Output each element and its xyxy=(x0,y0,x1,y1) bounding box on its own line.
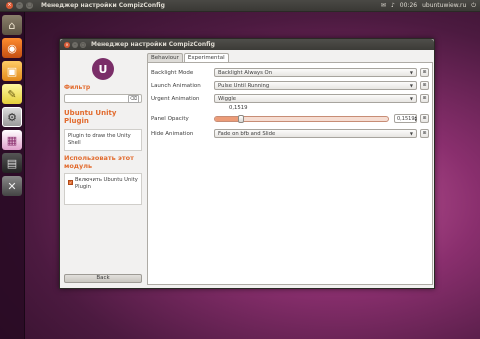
launcher-notes-icon[interactable]: ✎ xyxy=(2,84,22,104)
panel-opacity-label: Panel Opacity xyxy=(151,115,189,122)
unity-launcher: ⌂ ◉ ▣ ✎ ⚙ ▦ ▤ ✕ xyxy=(0,12,25,339)
enable-plugin-checkbox[interactable]: ✓ xyxy=(68,180,73,185)
reset-hide-animation-button[interactable]: ⊞ xyxy=(420,129,429,138)
tab-behaviour[interactable]: Behaviour xyxy=(147,53,183,62)
sidebar: U Фильтр ⌫ Ubuntu Unity Plugin Plugin to… xyxy=(60,50,146,288)
filter-input[interactable]: ⌫ xyxy=(64,94,142,103)
reset-launch-animation-button[interactable]: ⊞ xyxy=(420,81,429,90)
clear-filter-icon[interactable]: ⌫ xyxy=(127,94,139,103)
minimize-icon[interactable]: – xyxy=(16,2,23,9)
top-panel: × – □ Менеджер настройки CompizConfig ✉ … xyxy=(0,0,480,12)
panel-opacity-row: Panel Opacity 0,1519 ▲ ▼ ⊞ xyxy=(150,112,429,125)
launcher-home-folder-icon[interactable]: ⌂ xyxy=(2,15,22,35)
window-minimize-icon[interactable]: – xyxy=(72,41,78,48)
launch-animation-value: Pulse Until Running xyxy=(218,82,270,89)
window-title: Менеджер настройки CompizConfig xyxy=(91,41,215,48)
reset-backlight-mode-button[interactable]: ⊞ xyxy=(420,68,429,77)
filter-label: Фильтр xyxy=(64,84,91,91)
launch-animation-label: Launch Animation xyxy=(151,82,201,89)
volume-icon[interactable]: ♪ xyxy=(391,2,395,9)
launcher-virtualbox-icon[interactable]: ▣ xyxy=(2,61,22,81)
plugin-title: Ubuntu Unity Plugin xyxy=(64,109,117,125)
plugin-description: Plugin to draw the Unity Shell xyxy=(64,129,142,151)
backlight-mode-label: Backlight Mode xyxy=(151,69,194,76)
mail-icon[interactable]: ✉ xyxy=(381,2,386,9)
tab-experimental[interactable]: Experimental xyxy=(183,53,229,62)
urgent-animation-value: Wiggle xyxy=(218,95,237,102)
launcher-ccsm-icon[interactable]: ⚙ xyxy=(2,107,22,127)
spin-arrows-icon[interactable]: ▲ ▼ xyxy=(415,115,417,122)
hide-animation-label: Hide Animation xyxy=(151,130,194,137)
setting-panel-opacity: 0,1519 Panel Opacity 0,1519 ▲ ▼ ⊞ xyxy=(150,105,430,127)
hide-animation-dropdown[interactable]: Fade on bfb and Slide ▼ xyxy=(214,129,417,138)
window-titlebar[interactable]: × – □ Менеджер настройки CompizConfig xyxy=(60,39,434,50)
window-close-icon[interactable]: × xyxy=(64,41,70,48)
setting-backlight-mode: Backlight Mode Backlight Always On ▼ ⊞ xyxy=(150,66,430,79)
launcher-image-viewer-icon[interactable]: ▦ xyxy=(2,130,22,150)
system-tray: ✉ ♪ 00:26 ubuntuwiew.ru ⏻ xyxy=(381,2,480,10)
launcher-settings-icon[interactable]: ✕ xyxy=(2,176,22,196)
window-maximize-icon[interactable]: □ xyxy=(80,41,86,48)
launcher-terminal-icon[interactable]: ▤ xyxy=(2,153,22,173)
panel-window-title: Менеджер настройки CompizConfig xyxy=(41,2,165,9)
panel-opacity-slider-handle[interactable] xyxy=(238,114,245,123)
chevron-down-icon: ▼ xyxy=(409,131,413,136)
settings-panel: Behaviour Experimental Backlight Mode Ba… xyxy=(147,53,433,285)
unity-logo-icon: U xyxy=(92,58,114,80)
hide-animation-value: Fade on bfb and Slide xyxy=(218,130,276,137)
user-menu[interactable]: ubuntuwiew.ru xyxy=(422,2,466,9)
launcher-firefox-icon[interactable]: ◉ xyxy=(2,38,22,58)
clock[interactable]: 00:26 xyxy=(400,2,417,9)
panel-opacity-spinbox[interactable]: 0,1519 ▲ ▼ xyxy=(394,114,417,123)
maximize-icon[interactable]: □ xyxy=(26,2,33,9)
urgent-animation-dropdown[interactable]: Wiggle ▼ xyxy=(214,94,417,103)
backlight-mode-dropdown[interactable]: Backlight Always On ▼ xyxy=(214,68,417,77)
urgent-animation-label: Urgent Animation xyxy=(151,95,200,102)
close-icon[interactable]: × xyxy=(6,2,13,9)
chevron-down-icon: ▼ xyxy=(409,96,413,101)
enable-plugin-checkbox-row[interactable]: ✓ Включить Ubuntu Unity Plugin xyxy=(68,177,138,190)
backlight-mode-value: Backlight Always On xyxy=(218,69,273,76)
enable-plugin-label[interactable]: Включить Ubuntu Unity Plugin xyxy=(75,177,138,190)
setting-urgent-animation: Urgent Animation Wiggle ▼ ⊞ xyxy=(150,92,430,105)
power-icon[interactable]: ⏻ xyxy=(471,2,476,10)
tab-bar: Behaviour Experimental xyxy=(147,53,433,62)
chevron-down-icon: ▼ xyxy=(409,83,413,88)
experimental-tab-content: Backlight Mode Backlight Always On ▼ ⊞ L… xyxy=(147,62,433,285)
setting-launch-animation: Launch Animation Pulse Until Running ▼ ⊞ xyxy=(150,79,430,92)
reset-panel-opacity-button[interactable]: ⊞ xyxy=(420,114,429,123)
launch-animation-dropdown[interactable]: Pulse Until Running ▼ xyxy=(214,81,417,90)
back-button[interactable]: Back xyxy=(64,274,142,283)
panel-opacity-spin-value: 0,1519 xyxy=(397,115,415,122)
panel-window-buttons: × – □ xyxy=(0,2,37,9)
window-buttons: × – □ xyxy=(60,41,91,48)
reset-urgent-animation-button[interactable]: ⊞ xyxy=(420,94,429,103)
setting-hide-animation: Hide Animation Fade on bfb and Slide ▼ ⊞ xyxy=(150,127,430,140)
use-plugin-heading: Использовать этот модуль xyxy=(64,154,134,170)
chevron-down-icon: ▼ xyxy=(409,70,413,75)
panel-opacity-slider[interactable] xyxy=(214,114,389,123)
ccsm-window: × – □ Менеджер настройки CompizConfig U … xyxy=(59,38,435,289)
panel-opacity-value-label: 0,1519 xyxy=(229,105,248,111)
enable-plugin-box: ✓ Включить Ubuntu Unity Plugin xyxy=(64,173,142,205)
